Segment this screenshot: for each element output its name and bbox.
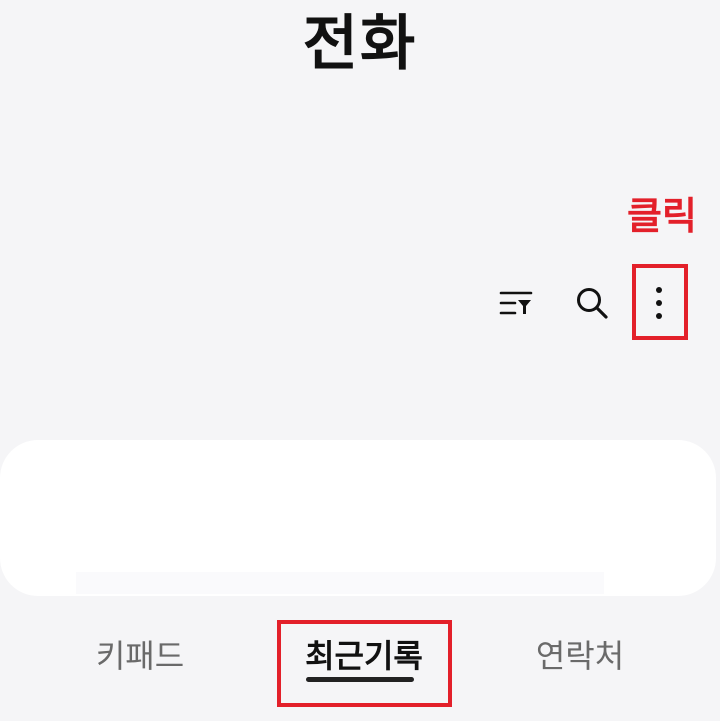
- call-log-list-item[interactable]: [30, 462, 686, 570]
- more-button-highlight: [632, 264, 688, 340]
- tab-keypad[interactable]: 키패드: [70, 620, 210, 692]
- click-annotation-label: 클릭: [627, 194, 697, 238]
- call-log-row-faded: [76, 572, 604, 594]
- filter-list-icon: [499, 291, 533, 315]
- call-log-card: [0, 440, 716, 596]
- page-title: 전화: [302, 9, 418, 79]
- search-button[interactable]: [567, 278, 617, 328]
- recents-tab-highlight: [277, 620, 452, 707]
- filter-button[interactable]: [491, 278, 541, 328]
- tab-contacts[interactable]: 연락처: [510, 620, 650, 692]
- search-icon: [577, 288, 608, 319]
